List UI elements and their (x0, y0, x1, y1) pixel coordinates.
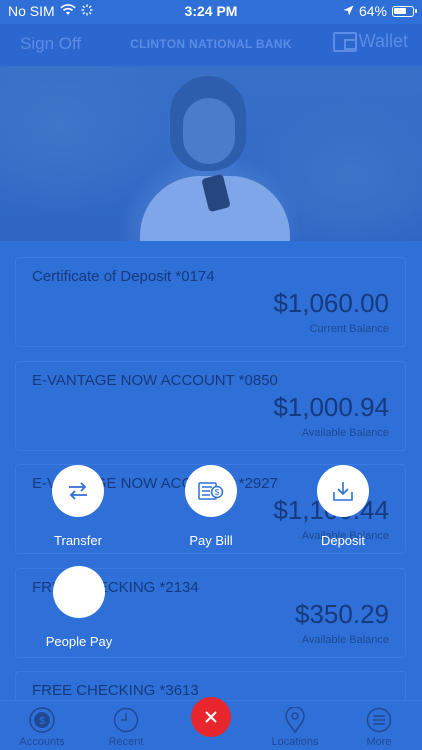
tab-locations[interactable]: Locations (253, 707, 337, 748)
tab-more[interactable]: More (337, 707, 421, 748)
map-pin-icon (282, 707, 308, 733)
deposit-action[interactable]: Deposit (303, 465, 383, 548)
close-actions-button[interactable] (191, 697, 231, 737)
hero-banner-image (0, 66, 422, 241)
account-name: Certificate of Deposit *0174 (32, 268, 215, 285)
account-name: E-VANTAGE NOW ACCOUNT *0850 (32, 372, 278, 389)
balance-type-label: Available Balance (301, 634, 389, 646)
svg-text:$: $ (39, 716, 45, 727)
tab-more-label: More (366, 736, 392, 748)
pay-bill-button[interactable]: $ (185, 465, 237, 517)
pay-bill-label: Pay Bill (189, 533, 233, 548)
bill-icon: $ (198, 482, 224, 500)
clock-icon (113, 707, 139, 733)
account-balance: $350.29 (295, 599, 389, 629)
account-card[interactable]: E-VANTAGE NOW ACCOUNT *0850 $1,000.94 Av… (15, 361, 406, 451)
wallet-label: Wallet (358, 31, 408, 51)
menu-lines-icon (366, 707, 392, 733)
accounts-coin-icon: $ (29, 707, 55, 733)
account-card[interactable]: FREE CHECKING *3613 (15, 671, 406, 700)
download-tray-icon (333, 482, 353, 501)
nav-bar: Sign Off CLINTON NATIONAL BANK Wallet (0, 24, 422, 66)
tab-recent-label: Recent (108, 736, 144, 748)
wallet-icon (332, 31, 357, 52)
account-card[interactable]: Certificate of Deposit *0174 $1,060.00 C… (15, 257, 406, 347)
svg-text:$: $ (215, 488, 220, 497)
pay-bill-action[interactable]: $ Pay Bill (171, 465, 251, 548)
status-bar: No SIM 3:24 PM 64% (0, 0, 422, 24)
hero-person-face (183, 98, 235, 164)
tab-accounts-label: Accounts (19, 736, 65, 748)
transfer-action[interactable]: Transfer (38, 465, 118, 548)
deposit-label: Deposit (320, 533, 366, 548)
tab-recent[interactable]: Recent (84, 707, 168, 748)
transfer-arrows-icon (69, 482, 87, 500)
people-pay-label: People Pay (45, 634, 113, 649)
location-arrow-icon (343, 3, 354, 19)
close-icon (205, 711, 217, 723)
people-pay-button[interactable] (53, 566, 105, 618)
transfer-button[interactable] (52, 465, 104, 517)
deposit-button[interactable] (317, 465, 369, 517)
account-balance: $1,060.00 (273, 288, 389, 318)
balance-type-label: Available Balance (301, 427, 389, 439)
transfer-label: Transfer (54, 533, 102, 548)
tab-accounts[interactable]: $ Accounts (0, 707, 84, 748)
balance-type-label: Current Balance (309, 323, 390, 335)
account-name: FREE CHECKING *3613 (32, 682, 199, 699)
account-balance: $1,000.94 (273, 392, 389, 422)
battery-percent: 64% (358, 3, 387, 19)
battery-icon (392, 5, 417, 17)
people-pay-action[interactable]: People Pay (39, 566, 119, 649)
wallet-button[interactable]: Wallet (332, 31, 408, 52)
tab-locations-label: Locations (271, 736, 319, 748)
